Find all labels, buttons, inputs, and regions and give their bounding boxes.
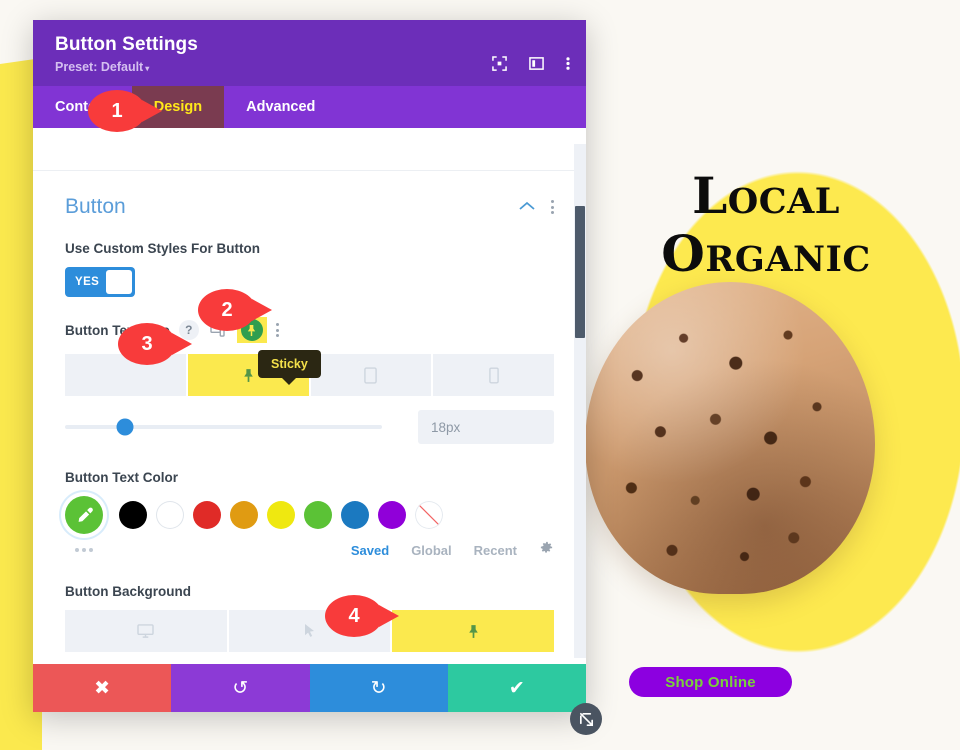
- sticky-tooltip: Sticky: [258, 350, 321, 378]
- ellipsis-icon[interactable]: [65, 548, 93, 552]
- callout-marker-2: 2: [198, 289, 256, 331]
- swatch-green[interactable]: [304, 501, 332, 529]
- tablet-icon: [364, 366, 378, 384]
- toggle-knob: [106, 270, 132, 294]
- section-title: Button: [65, 195, 126, 218]
- swatch-black[interactable]: [119, 501, 147, 529]
- header-icon-group: [492, 56, 570, 71]
- swatch-purple[interactable]: [378, 501, 406, 529]
- pin-icon: [468, 624, 478, 638]
- field-button-text-color: Button Text Color: [33, 470, 586, 485]
- field-button-background: Button Background: [33, 584, 586, 652]
- field-use-custom-styles: Use Custom Styles For Button YES: [33, 241, 586, 297]
- cursor-icon: [305, 624, 314, 637]
- macaron-product-image: [585, 282, 875, 594]
- swatch-none[interactable]: [415, 501, 443, 529]
- pin-icon: [243, 368, 253, 382]
- chevron-up-icon[interactable]: [519, 198, 535, 216]
- brand-heading-line2: Organic: [661, 224, 871, 283]
- eyedropper-icon[interactable]: [65, 496, 103, 534]
- device-tab-tablet[interactable]: [310, 354, 432, 396]
- palette-link-global[interactable]: Global: [411, 543, 451, 558]
- modal-header: Button Settings Preset: Default ▾: [33, 20, 586, 86]
- shop-online-button[interactable]: Shop Online: [629, 667, 792, 697]
- button-background-label: Button Background: [65, 584, 191, 599]
- callout-marker-4-bubble: 4: [325, 595, 383, 637]
- split-view-icon[interactable]: [529, 56, 544, 71]
- callout-marker-4: 4: [325, 595, 383, 637]
- redo-button[interactable]: ↻: [309, 664, 448, 712]
- toggle-value-label: YES: [75, 276, 100, 288]
- modal-footer: ✖ ↺ ↻ ✔: [33, 664, 586, 712]
- save-button[interactable]: ✔: [447, 664, 586, 712]
- brand-heading: Local Organic: [596, 168, 936, 282]
- preset-selector[interactable]: Preset: Default ▾: [55, 60, 564, 74]
- settings-panel-body: Button Use Custom Styles For Button YES …: [33, 144, 586, 712]
- section-more-options-icon[interactable]: [551, 200, 554, 214]
- callout-marker-3-bubble: 3: [118, 323, 176, 365]
- palette-link-recent[interactable]: Recent: [474, 543, 517, 558]
- vertical-scrollbar[interactable]: [574, 144, 586, 658]
- button-text-size-input[interactable]: [418, 410, 554, 444]
- swatch-blue[interactable]: [341, 501, 369, 529]
- button-text-size-slider[interactable]: [65, 418, 382, 436]
- swatch-white[interactable]: [156, 501, 184, 529]
- bg-device-tab-desktop[interactable]: [65, 610, 227, 652]
- callout-marker-1-bubble: 1: [88, 90, 146, 132]
- gear-icon[interactable]: [539, 540, 554, 560]
- desktop-icon: [137, 623, 155, 638]
- chevron-down-icon: ▾: [145, 64, 150, 73]
- phone-icon: [488, 367, 499, 383]
- button-text-size-slider-row: [33, 410, 586, 444]
- brand-heading-line1: Local: [692, 166, 840, 225]
- button-background-device-tabs: [65, 610, 555, 652]
- button-text-color-label: Button Text Color: [65, 470, 178, 485]
- use-custom-styles-toggle[interactable]: YES: [65, 267, 135, 297]
- palette-link-saved[interactable]: Saved: [351, 543, 389, 558]
- field-button-text-size: Button Text Size ? Sticky: [33, 317, 586, 396]
- more-options-icon[interactable]: [566, 56, 570, 71]
- cancel-button[interactable]: ✖: [33, 664, 172, 712]
- slider-thumb[interactable]: [116, 418, 134, 436]
- focus-icon[interactable]: [492, 56, 507, 71]
- color-swatch-row: [33, 496, 586, 534]
- color-palette-footer: Saved Global Recent: [33, 540, 586, 560]
- panel-divider: [33, 170, 586, 171]
- swatch-red[interactable]: [193, 501, 221, 529]
- bg-device-tab-sticky[interactable]: [392, 610, 555, 652]
- text-size-more-options-icon[interactable]: [275, 323, 279, 337]
- use-custom-styles-label: Use Custom Styles For Button: [65, 241, 261, 256]
- scrollbar-thumb[interactable]: [575, 206, 585, 338]
- swatch-yellow[interactable]: [267, 501, 295, 529]
- undo-button[interactable]: ↺: [171, 664, 310, 712]
- device-tab-phone[interactable]: [433, 354, 554, 396]
- callout-marker-2-bubble: 2: [198, 289, 256, 331]
- callout-marker-1: 1: [88, 90, 146, 132]
- section-header-button: Button: [33, 195, 586, 219]
- callout-marker-3: 3: [118, 323, 176, 365]
- resize-diagonal-icon[interactable]: [570, 703, 602, 735]
- preset-label: Preset: Default: [55, 60, 144, 74]
- swatch-orange[interactable]: [230, 501, 258, 529]
- tab-advanced[interactable]: Advanced: [224, 86, 337, 128]
- modal-title: Button Settings: [55, 34, 198, 55]
